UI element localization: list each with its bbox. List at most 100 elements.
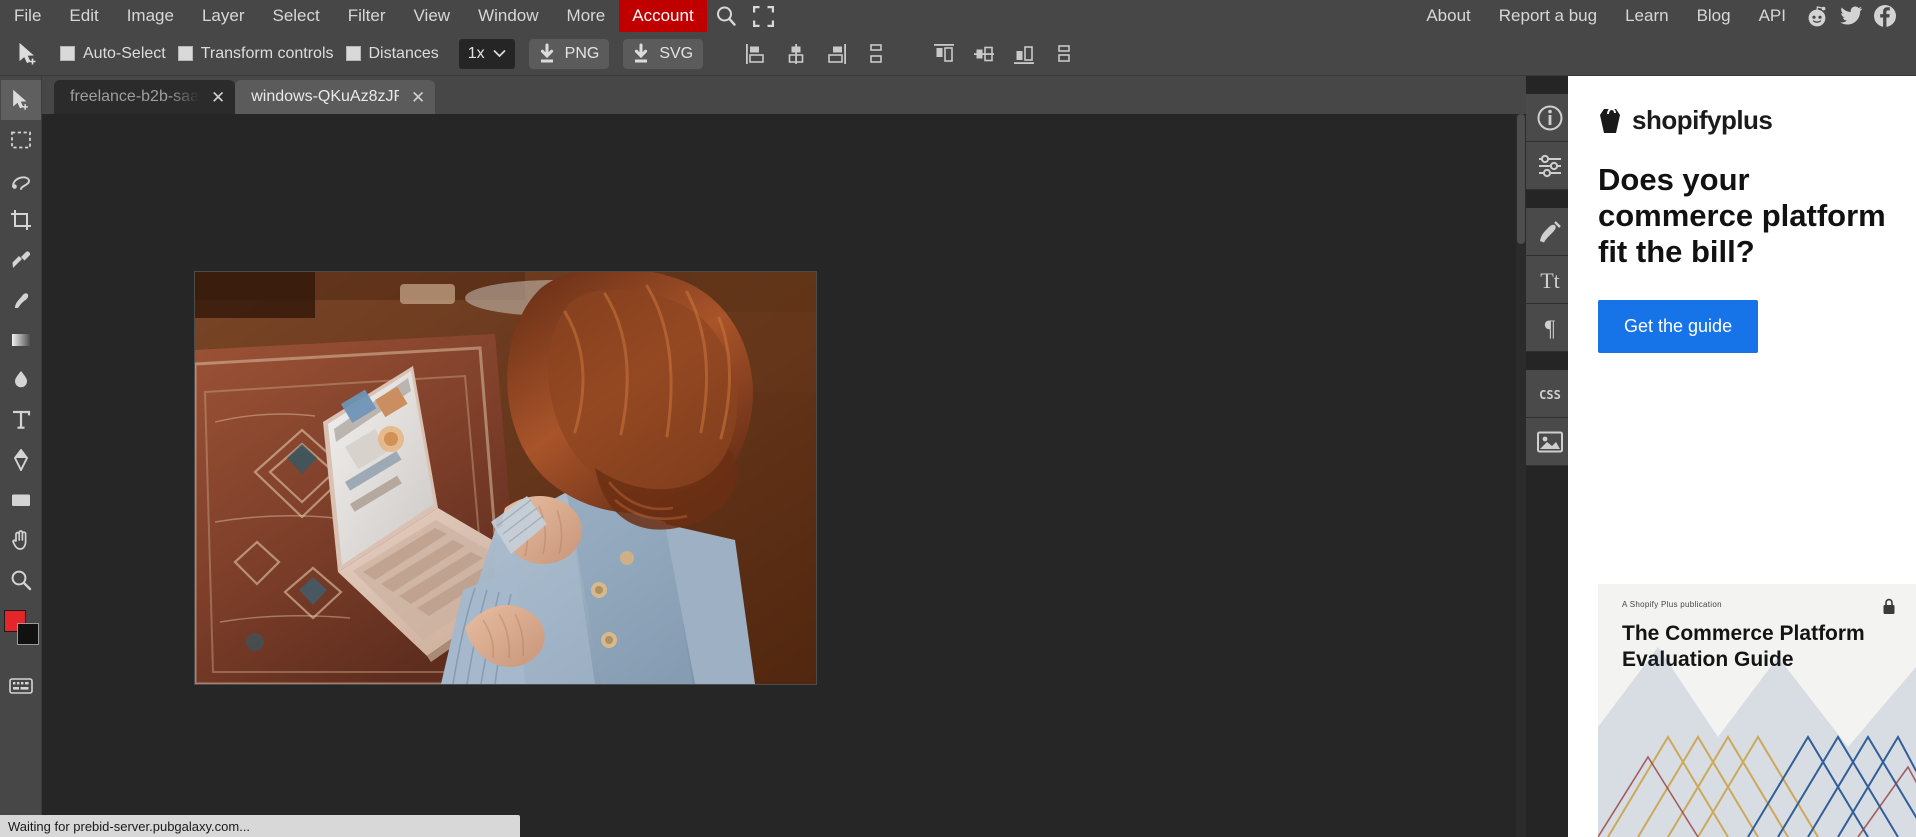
pen-tool[interactable] [1, 440, 41, 480]
twitter-icon[interactable] [1834, 0, 1868, 32]
distribute-h-icon[interactable] [1047, 37, 1081, 71]
marquee-tool[interactable] [1, 120, 41, 160]
close-icon[interactable]: ✕ [411, 89, 425, 106]
align-middle-icon[interactable] [967, 37, 1001, 71]
dock-icon-column: Tt ¶ CSS [1526, 76, 1574, 837]
move-tool[interactable] [1, 80, 41, 120]
photo-woman-with-laptop [195, 272, 816, 684]
character-icon[interactable]: Tt [1526, 256, 1574, 304]
download-icon [536, 43, 558, 65]
ad-headline: Does your commerce platform fit the bill… [1568, 136, 1916, 270]
menu-view[interactable]: View [400, 1, 465, 31]
export-png-label: PNG [565, 45, 600, 63]
status-text: Waiting for prebid-server.pubgalaxy.com.… [8, 819, 250, 834]
ad-book-artwork [1598, 587, 1916, 837]
align-right-icon[interactable] [819, 37, 853, 71]
status-bar: Waiting for prebid-server.pubgalaxy.com.… [0, 815, 520, 837]
color-swatches[interactable] [1, 606, 41, 652]
transform-controls-label: Transform controls [201, 45, 334, 63]
menu-edit[interactable]: Edit [55, 1, 112, 31]
distances-label: Distances [369, 45, 439, 63]
background-color-swatch[interactable] [17, 623, 39, 645]
menu-more[interactable]: More [553, 1, 620, 31]
brush-settings-icon[interactable] [1526, 208, 1574, 256]
svg-text:CSS: CSS [1539, 388, 1561, 402]
canvas-area: freelance-b2b-saa ✕ windows-QKuAz8zJR ✕ [42, 76, 1526, 837]
blur-tool[interactable] [1, 360, 41, 400]
menu-image[interactable]: Image [113, 1, 188, 31]
link-about[interactable]: About [1412, 1, 1484, 31]
menu-file[interactable]: File [0, 1, 55, 31]
menu-layer[interactable]: Layer [188, 1, 259, 31]
menu-bar-right: About Report a bug Learn Blog API [1412, 0, 1916, 32]
chevron-down-icon [493, 49, 506, 58]
keyboard-shortcuts-icon[interactable] [1, 666, 41, 706]
zoom-level-value: 1x [468, 45, 485, 63]
healing-brush-tool[interactable] [1, 280, 41, 320]
link-report-a-bug[interactable]: Report a bug [1485, 1, 1611, 31]
menu-select[interactable]: Select [258, 1, 333, 31]
download-icon [630, 43, 652, 65]
canvas-scroll-thumb[interactable] [1517, 114, 1525, 244]
document-tab-1[interactable]: freelance-b2b-saa ✕ [54, 80, 235, 114]
distances-checkbox[interactable] [346, 46, 361, 61]
menu-account[interactable]: Account [619, 0, 706, 32]
photo-editor-app: File Edit Image Layer Select Filter View… [0, 0, 1916, 837]
type-tool[interactable] [1, 400, 41, 440]
tool-strip [0, 76, 42, 837]
ad-brand-logo: shopifyplus [1568, 76, 1916, 136]
css-icon[interactable]: CSS [1526, 370, 1574, 418]
distances-option[interactable]: Distances [346, 45, 439, 63]
align-bottom-icon[interactable] [1007, 37, 1041, 71]
auto-select-label: Auto-Select [83, 45, 166, 63]
search-icon[interactable] [707, 0, 745, 32]
align-center-h-icon[interactable] [779, 37, 813, 71]
image-icon[interactable] [1526, 418, 1574, 466]
options-bar: Auto-Select Transform controls Distances… [0, 32, 1916, 76]
move-tool-icon[interactable] [8, 34, 48, 74]
export-svg-button[interactable]: SVG [623, 39, 703, 69]
canvas-stage[interactable] [42, 114, 1526, 837]
auto-select-option[interactable]: Auto-Select [60, 45, 166, 63]
document-tab-1-label: freelance-b2b-saa [70, 88, 199, 106]
main-area: freelance-b2b-saa ✕ windows-QKuAz8zJR ✕ [0, 76, 1916, 837]
menu-window[interactable]: Window [464, 1, 552, 31]
link-learn[interactable]: Learn [1611, 1, 1682, 31]
hand-tool[interactable] [1, 520, 41, 560]
link-api[interactable]: API [1745, 1, 1800, 31]
zoom-tool[interactable] [1, 560, 41, 600]
crop-tool[interactable] [1, 200, 41, 240]
fullscreen-icon[interactable] [745, 0, 783, 32]
document-image[interactable] [195, 272, 816, 684]
document-tab-2-label: windows-QKuAz8zJR [251, 88, 399, 106]
reddit-icon[interactable] [1800, 0, 1834, 32]
gradient-tool[interactable] [1, 320, 41, 360]
menu-filter[interactable]: Filter [334, 1, 400, 31]
facebook-icon[interactable] [1868, 0, 1902, 32]
align-left-icon[interactable] [739, 37, 773, 71]
canvas-vertical-scrollbar[interactable] [1516, 114, 1526, 837]
export-svg-label: SVG [659, 45, 693, 63]
document-tab-2[interactable]: windows-QKuAz8zJR ✕ [235, 80, 435, 114]
lasso-tool[interactable] [1, 160, 41, 200]
paragraph-icon[interactable]: ¶ [1526, 304, 1574, 352]
export-png-button[interactable]: PNG [529, 39, 610, 69]
close-icon[interactable]: ✕ [211, 89, 225, 106]
zoom-level-select[interactable]: 1x [459, 39, 515, 69]
distribute-v-icon[interactable] [859, 37, 893, 71]
info-icon[interactable] [1526, 94, 1574, 142]
link-blog[interactable]: Blog [1683, 1, 1745, 31]
shape-tool[interactable] [1, 480, 41, 520]
transform-controls-checkbox[interactable] [178, 46, 193, 61]
shopify-bag-icon [1598, 104, 1626, 136]
svg-text:Tt: Tt [1540, 268, 1560, 293]
transform-controls-option[interactable]: Transform controls [178, 45, 334, 63]
adjustments-icon[interactable] [1526, 142, 1574, 190]
align-top-icon[interactable] [927, 37, 961, 71]
align-group-vertical [927, 37, 1081, 71]
auto-select-checkbox[interactable] [60, 46, 75, 61]
align-group-horizontal [739, 37, 893, 71]
document-tab-bar: freelance-b2b-saa ✕ windows-QKuAz8zJR ✕ [42, 76, 1526, 114]
eyedropper-tool[interactable] [1, 240, 41, 280]
ad-cta-button[interactable]: Get the guide [1598, 300, 1758, 353]
